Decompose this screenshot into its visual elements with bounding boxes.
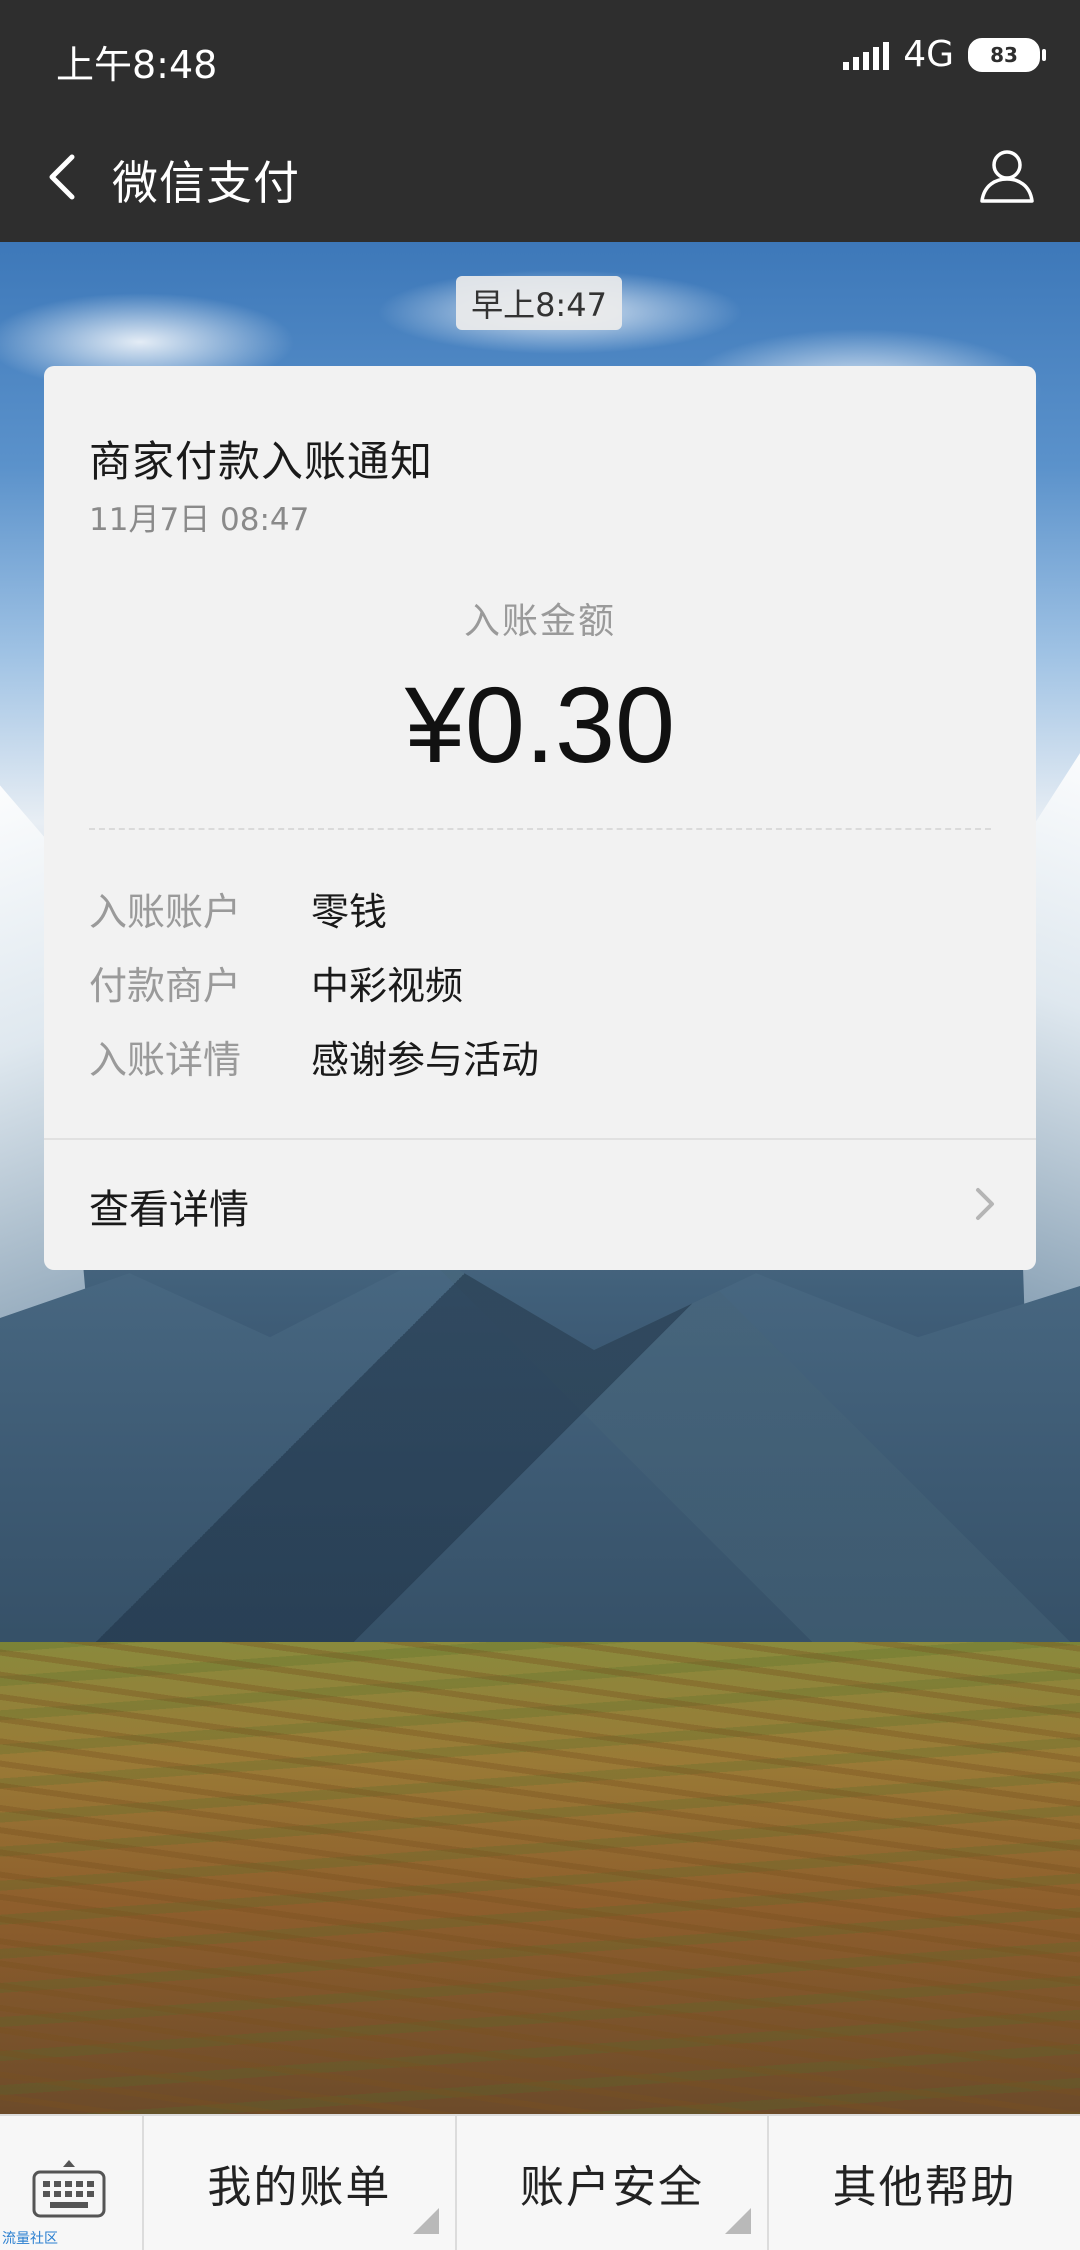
menu-label: 其他帮助 <box>832 2162 1017 2213</box>
menu-label: 账户安全 <box>520 2162 704 2213</box>
amount-value: ¥0.30 <box>404 664 676 785</box>
dashed-divider <box>89 828 991 830</box>
meadow <box>0 1642 1080 2114</box>
menu-label: 我的账单 <box>207 2162 392 2213</box>
keyboard-toggle-button[interactable]: 流量社区 <box>0 2116 144 2250</box>
view-details-link[interactable]: 查看详情 <box>44 1140 1036 1270</box>
info-row-merchant: 付款商户 中彩视频 <box>89 952 463 1012</box>
payment-notification-card[interactable]: 商家付款入账通知 11月7日 08:47 入账金额 ¥0.30 入账账户 零钱 … <box>44 366 1036 1270</box>
info-value: 感谢参与活动 <box>311 1037 540 1082</box>
info-key: 入账详情 <box>89 1037 242 1082</box>
menu-account-security[interactable]: 账户安全 <box>454 2116 768 2250</box>
menu-my-bills[interactable]: 我的账单 <box>144 2116 455 2250</box>
battery-level: 83 <box>990 42 1018 67</box>
chevron-right-icon <box>976 1188 994 1220</box>
submenu-indicator-icon <box>725 2208 752 2234</box>
info-row-account: 入账账户 零钱 <box>89 878 387 938</box>
page-title: 微信支付 <box>112 156 300 210</box>
amount-label: 入账金额 <box>463 601 616 642</box>
info-key: 入账账户 <box>89 889 242 934</box>
view-details-label: 查看详情 <box>89 1187 249 1233</box>
message-time-chip: 早上8:47 <box>456 276 622 330</box>
battery-icon: 83 <box>968 37 1046 72</box>
info-row-details: 入账详情 感谢参与活动 <box>89 1026 539 1086</box>
back-arrow-icon[interactable] <box>34 147 94 207</box>
status-time: 上午8:48 <box>56 43 218 87</box>
info-value: 零钱 <box>311 889 388 934</box>
menu-other-help[interactable]: 其他帮助 <box>767 2116 1080 2250</box>
card-title: 商家付款入账通知 <box>89 437 434 486</box>
info-value: 中彩视频 <box>311 963 464 1008</box>
watermark-text: 流量社区 <box>2 2231 58 2247</box>
profile-icon[interactable] <box>976 145 1038 207</box>
keyboard-icon <box>32 2160 106 2218</box>
network-type: 4G <box>903 34 954 75</box>
info-key: 付款商户 <box>89 963 242 1008</box>
signal-icon <box>843 40 890 70</box>
bottom-menu-bar: 流量社区 我的账单 账户安全 其他帮助 <box>0 2114 1080 2250</box>
status-bar: 上午8:48 4G 83 <box>0 0 1080 113</box>
submenu-indicator-icon <box>412 2208 439 2234</box>
nav-bar: 微信支付 <box>0 113 1080 242</box>
status-indicators: 4G 83 <box>843 34 1046 75</box>
card-date: 11月7日 08:47 <box>89 502 310 538</box>
